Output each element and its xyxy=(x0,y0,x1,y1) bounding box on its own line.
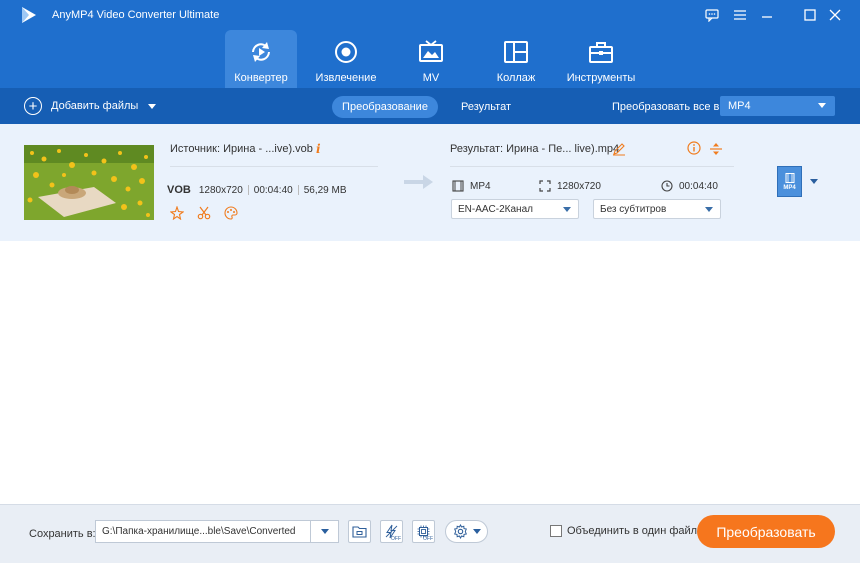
toolbar: + Добавить файлы Преобразование Результа… xyxy=(0,88,860,124)
divider xyxy=(450,166,734,167)
folder-icon xyxy=(352,526,367,538)
convert-all-label: Преобразовать все в: xyxy=(612,101,723,113)
resize-icon xyxy=(539,180,551,192)
main-tabs: Конвертер Извлечение MV Коллаж Инструмен… xyxy=(225,30,650,88)
result-filename: Результат: Ирина - Пе... live).mp4 xyxy=(450,143,620,155)
hardware-off-button[interactable]: OFF xyxy=(412,520,435,543)
speed-off-button[interactable]: OFF xyxy=(380,520,403,543)
edit-icon[interactable] xyxy=(612,142,626,156)
format-badge: MP4 xyxy=(783,184,796,191)
gear-icon xyxy=(453,524,467,539)
audio-track-select[interactable]: EN-AAC-2Канал xyxy=(451,199,579,219)
merge-label: Объединить в один файл xyxy=(567,525,698,537)
maximize-icon[interactable] xyxy=(801,6,819,24)
convert-icon xyxy=(252,42,270,62)
chevron-down-icon[interactable] xyxy=(148,103,157,109)
save-path-field[interactable]: G:\Папка-хранилище...ble\Save\Converted xyxy=(95,520,339,543)
add-files-label: Добавить файлы xyxy=(51,100,139,112)
film-icon xyxy=(785,172,794,183)
close-icon[interactable] xyxy=(826,6,844,24)
chevron-down-icon xyxy=(818,103,826,108)
chevron-down-icon xyxy=(705,207,713,212)
speed-off-label: OFF xyxy=(391,536,401,542)
file-row[interactable]: Источник: Ирина - ...ive).vob i VOB 1280… xyxy=(0,124,860,241)
tab-collage[interactable]: Коллаж xyxy=(480,30,552,88)
convert-button[interactable]: Преобразовать xyxy=(697,515,835,548)
chevron-down-icon xyxy=(321,529,329,534)
tab-mv[interactable]: MV xyxy=(395,30,467,88)
separator xyxy=(247,185,249,195)
tab-label: Конвертер xyxy=(234,72,288,84)
plus-icon: + xyxy=(24,97,42,115)
app-title: AnyMP4 Video Converter Ultimate xyxy=(52,9,220,21)
settings-button[interactable] xyxy=(445,520,488,543)
result-duration-item: 00:04:40 xyxy=(661,180,718,192)
info-icon[interactable]: i xyxy=(316,142,321,156)
toolbox-icon xyxy=(589,42,613,63)
tab-converter[interactable]: Конвертер xyxy=(225,30,297,88)
result-duration: 00:04:40 xyxy=(679,180,718,192)
output-format-button[interactable]: MP4 xyxy=(777,166,802,197)
tab-label: Инструменты xyxy=(566,72,636,84)
footer: Сохранить в: G:\Папка-хранилище...ble\Sa… xyxy=(0,504,860,563)
tab-result[interactable]: Результат xyxy=(452,96,520,118)
tab-tools[interactable]: Инструменты xyxy=(565,30,637,88)
clock-icon xyxy=(661,180,673,192)
result-resolution-item: 1280x720 xyxy=(539,180,601,192)
record-icon xyxy=(335,41,357,63)
file-list: Источник: Ирина - ...ive).vob i VOB 1280… xyxy=(0,124,860,504)
menu-icon[interactable] xyxy=(731,6,749,24)
convert-all-value: MP4 xyxy=(728,100,751,112)
source-size: 56,29 MB xyxy=(303,184,347,196)
source-meta: VOB 1280x720 00:04:40 56,29 MB xyxy=(167,184,347,196)
collage-icon xyxy=(504,41,528,63)
subtitle-value: Без субтитров xyxy=(600,203,667,215)
audio-track-value: EN-AAC-2Канал xyxy=(458,203,533,215)
chevron-down-icon xyxy=(563,207,571,212)
result-format: MP4 xyxy=(470,180,491,192)
result-format-item: MP4 xyxy=(452,180,491,192)
save-path-value: G:\Папка-хранилище...ble\Save\Converted xyxy=(102,526,296,537)
add-files-button[interactable]: + Добавить файлы xyxy=(24,96,157,116)
chat-icon[interactable] xyxy=(703,6,721,24)
source-filename: Источник: Ирина - ...ive).vob xyxy=(170,143,313,155)
chevron-down-icon[interactable] xyxy=(810,179,818,184)
tv-icon xyxy=(419,40,443,62)
title-bar: AnyMP4 Video Converter Ultimate xyxy=(0,0,860,30)
tab-label: Извлечение xyxy=(315,72,377,84)
output-info-icon[interactable] xyxy=(687,141,701,155)
save-to-label: Сохранить в: xyxy=(29,528,96,540)
source-format: VOB xyxy=(167,184,191,196)
video-thumbnail[interactable] xyxy=(24,145,154,220)
palette-icon[interactable] xyxy=(224,206,240,222)
tab-label: MV xyxy=(422,72,440,84)
app-header: AnyMP4 Video Converter Ultimate Конверте… xyxy=(0,0,860,88)
tab-label: Коллаж xyxy=(496,72,536,84)
chevron-down-icon xyxy=(472,529,481,534)
source-tools xyxy=(170,206,251,222)
enhance-icon[interactable] xyxy=(170,206,186,222)
cut-icon[interactable] xyxy=(197,206,213,222)
tab-record[interactable]: Извлечение xyxy=(310,30,382,88)
convert-all-select[interactable]: MP4 xyxy=(720,96,835,116)
result-resolution: 1280x720 xyxy=(557,180,601,192)
film-icon xyxy=(452,180,464,192)
result-meta: MP4 1280x720 00:04:40 xyxy=(452,180,724,194)
trim-icon[interactable] xyxy=(709,142,723,156)
open-folder-button[interactable] xyxy=(348,520,371,543)
hw-off-label: OFF xyxy=(423,536,433,542)
subtitle-select[interactable]: Без субтитров xyxy=(593,199,721,219)
save-path-dropdown[interactable] xyxy=(310,521,338,542)
divider xyxy=(170,166,378,167)
merge-checkbox[interactable]: Объединить в один файл xyxy=(550,525,697,537)
source-duration: 00:04:40 xyxy=(253,184,293,196)
source-resolution: 1280x720 xyxy=(198,184,243,196)
separator xyxy=(297,185,299,195)
checkbox-box[interactable] xyxy=(550,525,562,537)
minimize-icon[interactable] xyxy=(758,6,776,24)
tab-conversion[interactable]: Преобразование xyxy=(332,96,438,118)
app-logo-icon xyxy=(20,6,38,24)
arrow-right-icon xyxy=(404,175,433,189)
